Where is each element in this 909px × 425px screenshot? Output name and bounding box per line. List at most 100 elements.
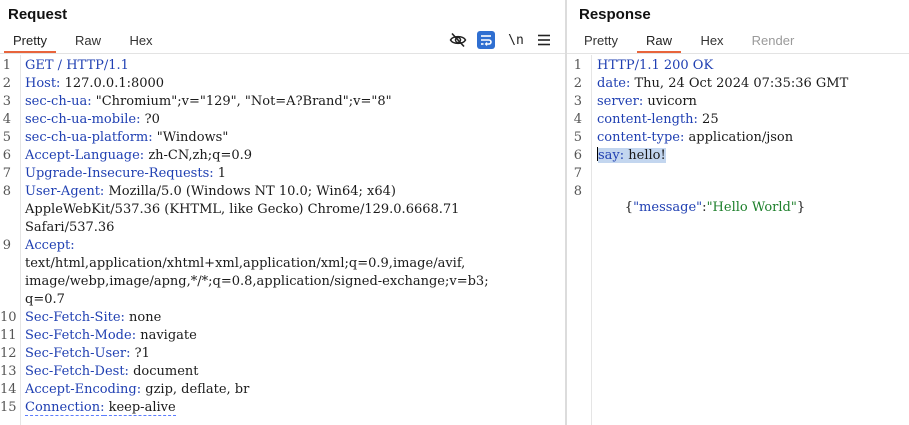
- header-value: AppleWebKit/537.36 (KHTML, like Gecko) C…: [25, 202, 460, 217]
- tab-hex[interactable]: Hex: [120, 31, 162, 51]
- tab-pretty[interactable]: Pretty: [4, 31, 56, 53]
- header-value: zh-CN,zh;q=0.9: [144, 148, 253, 163]
- response-gutter: 1 2 3 4 5 6 7 8: [567, 55, 592, 425]
- code-line: Sec-Fetch-Mode: navigate: [25, 327, 197, 345]
- header-value: image/webp,image/apng,*/*;q=0.8,applicat…: [25, 274, 489, 289]
- header-value: q=0.7: [25, 292, 65, 307]
- request-gutter: 1 2 3 4 5 6 7 8 9 10 11 12 13 14 15: [0, 55, 21, 425]
- line-number: 7: [573, 166, 582, 181]
- header-name: content-type:: [597, 130, 685, 145]
- code-line: sec-ch-ua: "Chromium";v="129", "Not=A?Br…: [25, 93, 392, 111]
- header-name: date:: [597, 76, 631, 91]
- line-number: 10: [0, 310, 17, 325]
- code-line: q=0.7: [25, 291, 65, 309]
- tab-raw[interactable]: Raw: [66, 31, 110, 51]
- header-value: ?0: [140, 112, 160, 127]
- json-close-brace: }: [796, 200, 806, 215]
- request-pane: Request Pretty Raw Hex \n 12345 6 7 8 9 …: [0, 0, 565, 425]
- line-number: 7: [2, 166, 11, 181]
- code-line: HTTP/1.1 200 OK: [597, 57, 713, 75]
- code-line: sec-ch-ua-mobile: ?0: [25, 111, 160, 129]
- line-number: 13: [0, 364, 17, 379]
- code-line: server: uvicorn: [597, 93, 697, 111]
- json-open-brace: {: [624, 200, 634, 215]
- line-number: 15: [0, 400, 17, 415]
- code-line: say: hello!: [597, 147, 666, 165]
- response-title: Response: [579, 6, 651, 23]
- header-name: Host:: [25, 76, 61, 91]
- header-value: hello!: [624, 148, 666, 163]
- line-number: 4: [573, 112, 582, 127]
- header-name: HTTP/1.1 200 OK: [597, 58, 714, 73]
- code-line: AppleWebKit/537.36 (KHTML, like Gecko) C…: [25, 201, 459, 219]
- header-name: sec-ch-ua-platform:: [25, 130, 153, 145]
- header-name: Accept:: [25, 238, 75, 253]
- tab-render[interactable]: Render: [743, 31, 803, 51]
- newline-label: \n: [508, 32, 524, 48]
- wrap-lines-icon[interactable]: [476, 30, 496, 50]
- response-editor[interactable]: 1 2 3 4 5 6 7 8 HTTP/1.1 200 OK date: Thu, 24 Oc…: [567, 55, 909, 425]
- line-number: 2: [2, 76, 11, 91]
- header-name: sec-ch-ua-mobile:: [25, 112, 141, 127]
- code-line: date: Thu, 24 Oct 2024 07:35:36 GMT: [597, 75, 848, 93]
- line-number: 5: [2, 130, 11, 145]
- line-number: [0, 219, 11, 237]
- menu-icon[interactable]: [534, 30, 554, 50]
- header-value: Thu, 24 Oct 2024 07:35:36 GMT: [630, 76, 849, 91]
- line-number: 14: [0, 382, 17, 397]
- request-title: Request: [8, 6, 68, 23]
- hide-nonprintable-icon[interactable]: [448, 30, 468, 50]
- header-value: 127.0.0.1:8000: [60, 76, 165, 91]
- line-number: 8: [573, 184, 582, 199]
- line-number: 11: [0, 328, 17, 343]
- header-value: text/html,application/xhtml+xml,applicat…: [25, 256, 466, 271]
- tabs-divider: [0, 53, 565, 54]
- line-number: [0, 201, 11, 219]
- line-number: 6: [2, 148, 11, 163]
- header-value: Mozilla/5.0 (Windows NT 10.0; Win64; x64…: [104, 184, 396, 199]
- line-number: 6: [573, 148, 582, 163]
- code-line: Host: 127.0.0.1:8000: [25, 75, 164, 93]
- code-line: content-length: 25: [597, 111, 719, 129]
- header-name: Upgrade-Insecure-Requests:: [25, 166, 214, 181]
- line-number: 3: [573, 94, 582, 109]
- line-number: 8: [2, 184, 11, 199]
- header-name: server:: [597, 94, 644, 109]
- line-number: 3: [2, 94, 11, 109]
- header-name: Sec-Fetch-User:: [25, 346, 131, 361]
- line-number: 12: [0, 346, 17, 361]
- code-line: sec-ch-ua-platform: "Windows": [25, 129, 228, 147]
- tab-raw[interactable]: Raw: [637, 31, 681, 53]
- header-value: 25: [697, 112, 719, 127]
- code-line: Safari/537.36: [25, 219, 114, 237]
- line-number: 1: [573, 58, 582, 73]
- header-name: Sec-Fetch-Site:: [25, 310, 125, 325]
- header-name: say:: [598, 148, 625, 163]
- header-name: Accept-Language:: [25, 148, 145, 163]
- header-value: gzip, deflate, br: [141, 382, 250, 397]
- header-value: application/json: [684, 130, 794, 145]
- code-line: Accept-Language: zh-CN,zh;q=0.9: [25, 147, 252, 165]
- tab-pretty[interactable]: Pretty: [575, 31, 627, 51]
- request-editor[interactable]: 1 2 3 4 5 6 7 8 9 10 11 12 13 14 15 GET / HTTP/1.1 Host…: [0, 55, 565, 425]
- code-line: Accept:: [25, 237, 75, 255]
- response-tabs: Pretty Raw Hex Render: [567, 31, 909, 53]
- header-value: 1: [213, 166, 227, 181]
- header-value: none: [124, 310, 162, 325]
- code-line: text/html,application/xhtml+xml,applicat…: [25, 255, 465, 273]
- header-name: User-Agent:: [25, 184, 105, 199]
- tabs-divider: [567, 53, 909, 54]
- response-pane: Response Pretty Raw Hex Render 1 2 3 4 5 6 7 8 …: [567, 0, 909, 425]
- header-name: Sec-Fetch-Mode:: [25, 328, 137, 343]
- line-number: 1: [2, 58, 11, 73]
- code-line: Upgrade-Insecure-Requests: 1: [25, 165, 226, 183]
- header-name: Sec-Fetch-Dest:: [25, 364, 129, 379]
- tab-hex[interactable]: Hex: [691, 31, 733, 51]
- header-value: Safari/537.36: [25, 220, 115, 235]
- newline-icon[interactable]: \n: [506, 30, 526, 50]
- json-key: "message": [633, 200, 703, 215]
- line-number: 4: [2, 112, 11, 127]
- header-value: keep-alive: [104, 400, 176, 416]
- header-name: content-length:: [597, 112, 698, 127]
- header-name: Connection:: [25, 400, 105, 416]
